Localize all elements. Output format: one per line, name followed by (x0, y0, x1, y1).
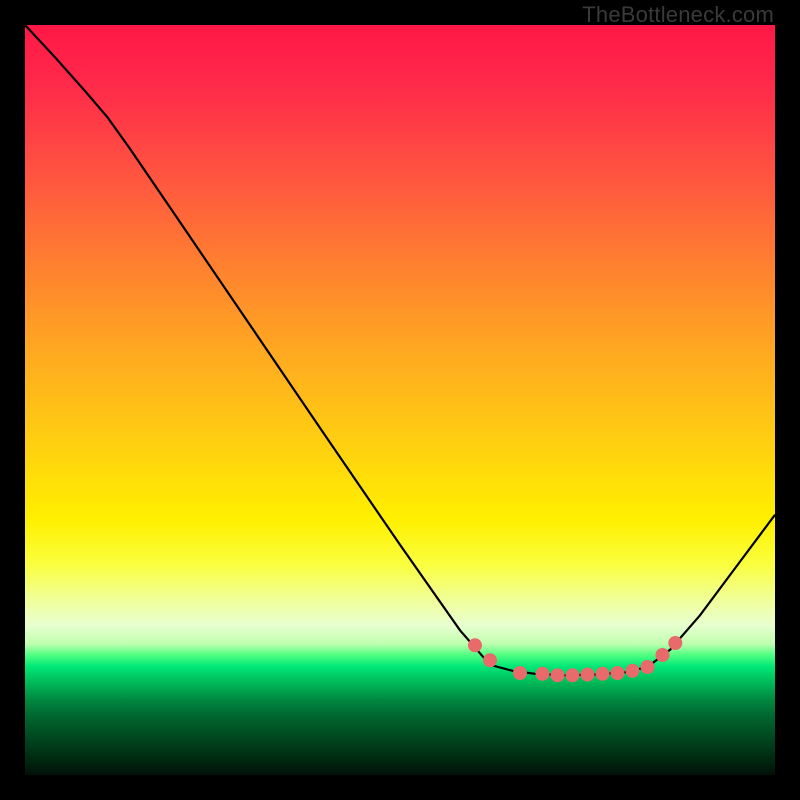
watermark-text: TheBottleneck.com (582, 2, 774, 28)
chart-container: TheBottleneck.com (0, 0, 800, 800)
marker-dot (536, 667, 550, 681)
marker-dot (581, 668, 595, 682)
marker-dot (668, 636, 682, 650)
marker-dot (551, 668, 565, 682)
marker-dot (483, 653, 497, 667)
marker-dot (468, 638, 482, 652)
marker-dot (596, 667, 610, 681)
plot-area (25, 25, 775, 775)
marker-dot (641, 660, 655, 674)
marker-dot (626, 664, 640, 678)
bottleneck-curve (25, 25, 775, 675)
marker-dot (513, 666, 527, 680)
chart-svg (25, 25, 775, 775)
marker-dot (566, 668, 580, 682)
marker-dot (611, 666, 625, 680)
marker-dot (656, 648, 670, 662)
marker-dots-group (468, 636, 682, 682)
